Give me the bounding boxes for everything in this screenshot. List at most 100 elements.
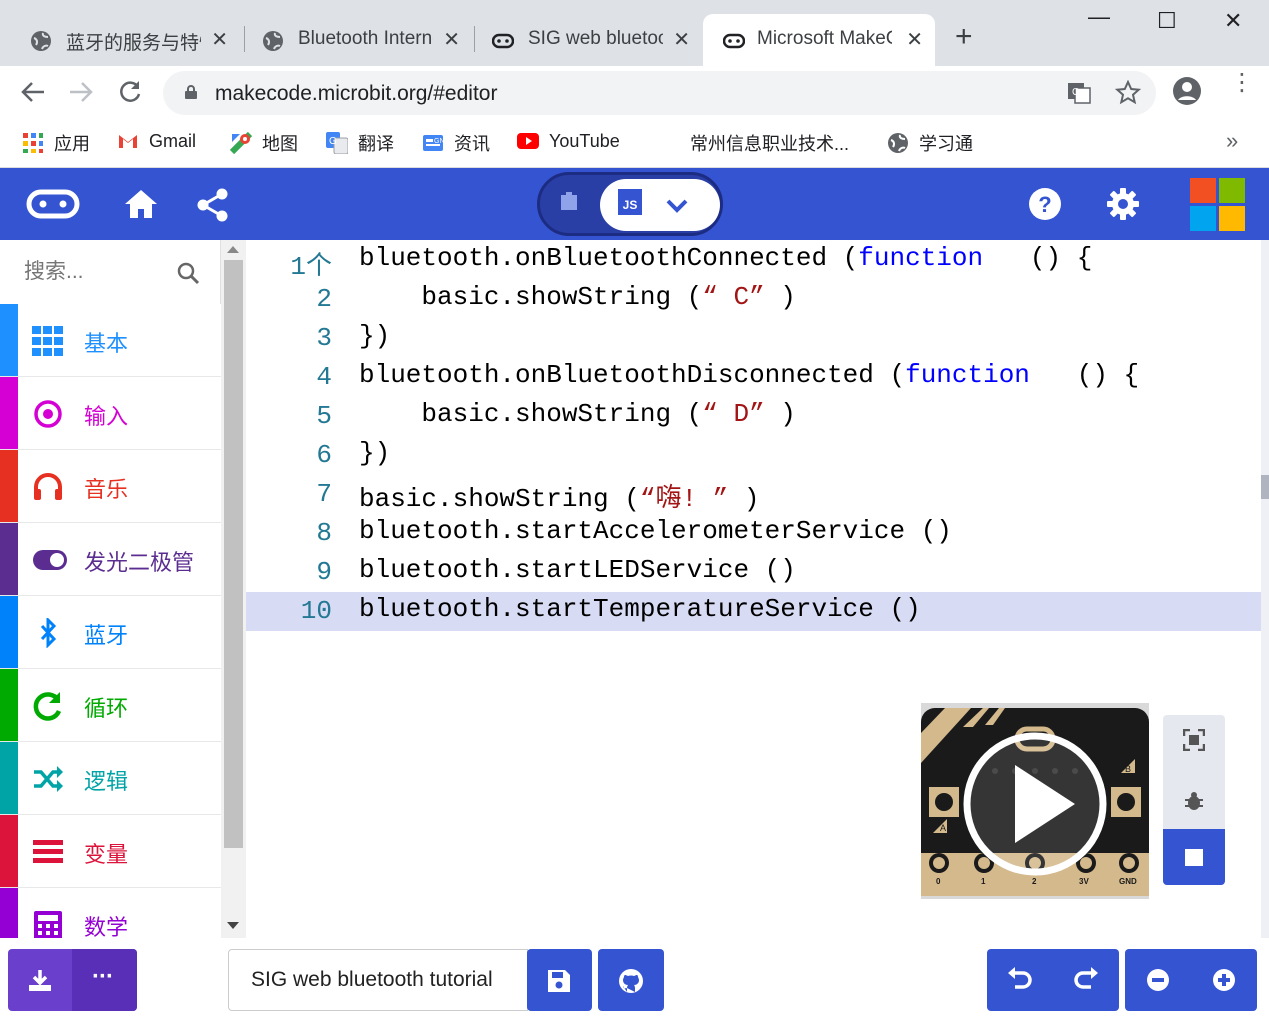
github-button[interactable]: [598, 949, 664, 1011]
bookmark-czitc[interactable]: 常州信息职业技术...: [690, 130, 849, 156]
browser-tab-3[interactable]: Microsoft MakeCode ✕: [703, 14, 935, 66]
translate-page-icon[interactable]: G: [1067, 81, 1091, 105]
category-input[interactable]: 输入: [0, 377, 221, 450]
code-line[interactable]: 2 basic.showString (“ C” ): [246, 280, 1261, 319]
browser-tab-2[interactable]: SIG web bluetooth ✕: [462, 14, 702, 66]
zoom-out-icon[interactable]: [1146, 968, 1170, 992]
reload-icon[interactable]: [117, 79, 143, 105]
editor-scrollbar[interactable]: [1261, 240, 1269, 938]
zoom-group: [1125, 949, 1257, 1011]
code-line[interactable]: 9 bluetooth.startLEDService (): [246, 553, 1261, 592]
category-bluetooth[interactable]: 蓝牙: [0, 596, 221, 669]
project-name-input[interactable]: [229, 950, 527, 1010]
js-icon: JS: [618, 189, 642, 215]
bluetooth-icon: [40, 618, 57, 648]
bookmark-label: YouTube: [549, 130, 620, 151]
microsoft-logo-icon[interactable]: [1190, 178, 1245, 231]
save-button[interactable]: [527, 949, 592, 1011]
category-music[interactable]: 音乐: [0, 450, 221, 523]
category-color-bar: [0, 596, 18, 668]
browser-tab-0[interactable]: 蓝牙的服务与特性 ✕: [0, 14, 240, 66]
pin-label: 1: [981, 877, 986, 886]
scroll-down-arrow-icon[interactable]: [227, 922, 239, 929]
code-line[interactable]: 1个 bluetooth.onBluetoothConnected (functi…: [246, 241, 1261, 282]
debug-bug-icon[interactable]: [1183, 790, 1205, 812]
undo-icon[interactable]: [1007, 967, 1033, 991]
profile-avatar-icon[interactable]: [1172, 76, 1202, 106]
forward-icon[interactable]: [68, 80, 94, 104]
window-close-icon[interactable]: ✕: [1224, 8, 1242, 34]
code-line[interactable]: 8 bluetooth.startAccelerometerService (): [246, 514, 1261, 553]
star-icon[interactable]: [1115, 80, 1141, 106]
svg-text:G: G: [329, 136, 337, 147]
toolbox-scrollbar[interactable]: [221, 240, 246, 938]
category-led[interactable]: 发光二极管: [0, 523, 221, 596]
search-input[interactable]: [14, 250, 174, 294]
maximize-icon[interactable]: ☐: [1157, 8, 1177, 34]
scrollbar-thumb[interactable]: [1261, 475, 1269, 499]
category-math[interactable]: 数学: [0, 888, 221, 938]
microbit-logo-icon[interactable]: [26, 189, 80, 219]
bookmark-apps[interactable]: 应用: [22, 130, 90, 156]
code-line[interactable]: 10 bluetooth.startTemperatureService (): [246, 592, 1261, 631]
bookmark-news[interactable]: GN 资讯: [422, 130, 490, 156]
menu-kebab-icon[interactable]: ⋮: [1230, 71, 1254, 95]
code-token: }): [359, 321, 391, 351]
language-dropdown-button[interactable]: [660, 179, 720, 231]
bookmark-gmail[interactable]: Gmail: [117, 130, 196, 152]
bookmark-youtube[interactable]: YouTube: [517, 130, 620, 152]
code-line[interactable]: 7 basic.showString (“嗨! ” ): [246, 475, 1261, 514]
home-icon[interactable]: [123, 188, 159, 220]
code-line[interactable]: 4 bluetooth.onBluetoothDisconnected (func…: [246, 358, 1261, 397]
code-text: }): [359, 321, 390, 351]
code-line[interactable]: 3}): [246, 319, 1261, 358]
code-line[interactable]: 6}): [246, 436, 1261, 475]
address-bar[interactable]: makecode.microbit.org/#editor G: [163, 71, 1156, 115]
close-icon[interactable]: ✕: [673, 27, 690, 52]
category-label: 基本: [84, 331, 129, 356]
close-icon[interactable]: ✕: [211, 27, 228, 52]
category-basic[interactable]: 基本: [0, 304, 221, 377]
gear-icon[interactable]: [1106, 187, 1140, 221]
redo-icon[interactable]: [1073, 967, 1099, 991]
tab-title: Bluetooth Internet: [298, 28, 433, 49]
scroll-up-arrow-icon[interactable]: [227, 246, 239, 253]
scrollbar-thumb[interactable]: [224, 260, 243, 848]
microbit-simulator[interactable]: A B 0 1 2 3V GND: [921, 703, 1149, 899]
bookmark-maps[interactable]: 地图: [230, 130, 298, 156]
line-number: 2: [316, 284, 332, 314]
javascript-mode-button[interactable]: JS: [600, 179, 660, 231]
download-button[interactable]: ···: [8, 949, 137, 1011]
bookmark-label: 资讯: [454, 134, 490, 154]
category-loops[interactable]: 循环: [0, 669, 221, 742]
github-icon: [619, 969, 643, 993]
lock-icon: [185, 85, 197, 99]
close-icon[interactable]: ✕: [443, 27, 460, 52]
category-logic[interactable]: 逻辑: [0, 742, 221, 815]
close-icon[interactable]: ✕: [906, 27, 923, 52]
stop-simulator-button[interactable]: [1163, 829, 1225, 885]
gmail-icon: [119, 135, 137, 148]
help-icon[interactable]: ?: [1028, 187, 1062, 221]
bookmark-label: 翻译: [358, 134, 394, 154]
minimize-icon[interactable]: —: [1088, 4, 1110, 30]
back-icon[interactable]: [20, 80, 46, 104]
search-icon[interactable]: [176, 261, 200, 285]
browser-tab-1[interactable]: Bluetooth Internet ✕: [232, 14, 472, 66]
pin-label: 2: [1032, 877, 1037, 886]
share-icon[interactable]: [196, 188, 230, 222]
category-variables[interactable]: 变量: [0, 815, 221, 888]
bookmark-xuexitong[interactable]: 学习通: [887, 130, 973, 156]
new-tab-button[interactable]: +: [955, 22, 973, 52]
bookmarks-overflow-button[interactable]: »: [1226, 128, 1238, 154]
blocks-puzzle-icon[interactable]: [558, 189, 582, 213]
code-line[interactable]: 5 basic.showString (“ D” ): [246, 397, 1261, 436]
download-icon: [29, 970, 51, 991]
code-token: ): [728, 484, 760, 514]
more-options-button[interactable]: ···: [72, 949, 137, 1011]
zoom-in-icon[interactable]: [1212, 968, 1236, 992]
bookmark-translate[interactable]: G 翻译: [326, 130, 394, 156]
fullscreen-icon[interactable]: [1183, 729, 1205, 751]
code-text: bluetooth.startAccelerometerService (): [359, 516, 952, 546]
bookmark-label: 学习通: [919, 134, 973, 154]
